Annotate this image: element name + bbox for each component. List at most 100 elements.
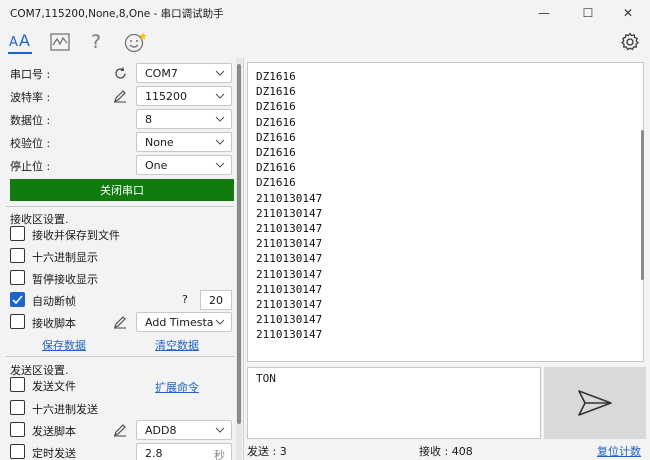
svg-text:A: A xyxy=(19,31,30,49)
databits-label: 数据位 : xyxy=(10,114,51,127)
send-script-select[interactable]: ADD8 xyxy=(136,420,232,440)
hex-send-label: 十六进制发送 xyxy=(32,403,98,416)
port-select[interactable]: COM7 xyxy=(136,63,232,83)
receive-line: 2110130147 xyxy=(256,191,323,205)
status-bar: 发送 : 3 接收 : 408 复位计数 xyxy=(247,441,647,460)
chevron-down-icon xyxy=(215,68,225,81)
divider xyxy=(6,356,234,357)
chevron-down-icon xyxy=(215,425,225,438)
auto-frame-label: 自动断帧 xyxy=(32,295,76,308)
databits-value: 8 xyxy=(145,113,152,126)
timed-send-value: 2.8 xyxy=(145,447,163,460)
receive-line: 2110130147 xyxy=(256,267,323,281)
pause-display-checkbox[interactable] xyxy=(10,270,25,285)
settings-scrollbar-thumb[interactable] xyxy=(237,64,241,424)
send-script-row: 发送脚本 ADD8 xyxy=(0,419,236,441)
parity-select[interactable]: None xyxy=(136,132,232,152)
send-textbox[interactable]: TON xyxy=(247,367,541,439)
stopbits-select[interactable]: One xyxy=(136,155,232,175)
save-to-file-label: 接收并保存到文件 xyxy=(32,229,120,242)
help-icon[interactable]: ? xyxy=(86,30,106,54)
receive-line: 2110130147 xyxy=(256,298,323,312)
receive-line: DZ1616 xyxy=(256,161,296,175)
chevron-down-icon xyxy=(215,137,225,150)
hex-display-row: 十六进制显示 xyxy=(0,245,236,267)
send-script-checkbox[interactable] xyxy=(10,422,25,437)
receive-script-row: 接收脚本 Add Timesta xyxy=(0,311,236,333)
receive-line: 2110130147 xyxy=(256,237,323,251)
stopbits-row: 停止位 : One xyxy=(0,154,236,176)
send-script-value: ADD8 xyxy=(145,424,177,437)
receive-line: DZ1616 xyxy=(256,146,296,160)
receive-line: 2110130147 xyxy=(256,252,323,266)
receive-line: DZ1616 xyxy=(256,115,296,129)
chevron-down-icon xyxy=(215,114,225,127)
auto-frame-checkbox[interactable] xyxy=(10,292,25,307)
receive-script-value: Add Timesta xyxy=(145,316,214,329)
reset-count-link[interactable]: 复位计数 xyxy=(597,443,641,459)
hex-send-checkbox[interactable] xyxy=(10,400,25,415)
edit-pen-icon[interactable] xyxy=(112,422,128,438)
edit-pen-icon[interactable] xyxy=(112,314,128,330)
svg-text:A: A xyxy=(9,35,18,49)
timed-send-label: 定时发送 xyxy=(32,447,76,460)
extend-command-link[interactable]: 扩展命令 xyxy=(155,379,199,395)
toggle-port-button[interactable]: 关闭串口 xyxy=(10,179,234,201)
auto-frame-help[interactable]: ? xyxy=(182,293,188,306)
receive-script-label: 接收脚本 xyxy=(32,317,76,330)
receive-script-checkbox[interactable] xyxy=(10,314,25,329)
receive-line: DZ1616 xyxy=(256,85,296,99)
refresh-icon[interactable] xyxy=(112,65,128,81)
send-text: TON xyxy=(256,372,276,385)
send-button[interactable] xyxy=(544,367,646,439)
send-file-checkbox[interactable] xyxy=(10,377,25,392)
receive-line: DZ1616 xyxy=(256,100,296,114)
chevron-down-icon xyxy=(215,317,225,330)
clear-data-link[interactable]: 清空数据 xyxy=(155,337,199,353)
send-arrow-icon xyxy=(578,390,612,416)
receive-textbox[interactable]: DZ1616 DZ1616 DZ1616 DZ1616 DZ1616 DZ1616 DZ16… xyxy=(247,62,644,362)
timed-send-row: 定时发送 2.8 秒 xyxy=(0,441,236,460)
baud-select[interactable]: 115200 xyxy=(136,86,232,106)
font-settings-icon[interactable]: AA xyxy=(8,28,32,54)
receive-line: 2110130147 xyxy=(256,282,323,296)
timed-send-unit: 秒 xyxy=(214,449,225,460)
stopbits-value: One xyxy=(145,159,168,172)
receive-scrollbar-thumb[interactable] xyxy=(641,130,644,280)
receive-line: 2110130147 xyxy=(256,222,323,236)
minimize-button[interactable]: — xyxy=(522,0,566,26)
save-data-link[interactable]: 保存数据 xyxy=(42,337,86,353)
edit-pen-icon[interactable] xyxy=(112,88,128,104)
window-title: COM7,115200,None,8,One - 串口调试助手 xyxy=(10,8,224,20)
timed-send-checkbox[interactable] xyxy=(10,444,25,459)
baud-value: 115200 xyxy=(145,90,187,103)
port-label: 串口号 : xyxy=(10,68,51,81)
receive-script-select[interactable]: Add Timesta xyxy=(136,312,232,332)
pause-display-label: 暂停接收显示 xyxy=(32,273,98,286)
parity-value: None xyxy=(145,136,174,149)
title-bar: COM7,115200,None,8,One - 串口调试助手 — ☐ ✕ xyxy=(0,0,650,26)
hex-display-label: 十六进制显示 xyxy=(32,251,98,264)
parity-label: 校验位 : xyxy=(10,137,51,150)
pause-display-row: 暂停接收显示 xyxy=(0,267,236,289)
timed-send-input[interactable]: 2.8 秒 xyxy=(136,443,232,460)
port-value: COM7 xyxy=(145,67,178,80)
auto-frame-input[interactable]: 20 xyxy=(200,290,232,310)
save-to-file-row: 接收并保存到文件 xyxy=(0,223,236,245)
receive-line: 2110130147 xyxy=(256,206,323,220)
receive-line: DZ1616 xyxy=(256,176,296,190)
auto-frame-row: 自动断帧 ? 20 xyxy=(0,289,236,311)
chevron-down-icon xyxy=(215,91,225,104)
settings-gear-icon[interactable] xyxy=(618,30,642,54)
maximize-button[interactable]: ☐ xyxy=(566,0,610,26)
waveform-icon[interactable] xyxy=(48,30,72,54)
save-to-file-checkbox[interactable] xyxy=(10,226,25,241)
smiley-icon[interactable] xyxy=(122,30,150,54)
hex-display-checkbox[interactable] xyxy=(10,248,25,263)
parity-row: 校验位 : None xyxy=(0,131,236,153)
receive-line: DZ1616 xyxy=(256,130,296,144)
receive-line: DZ1616 xyxy=(256,70,296,83)
port-row: 串口号 : COM7 xyxy=(0,62,236,84)
databits-select[interactable]: 8 xyxy=(136,109,232,129)
close-button[interactable]: ✕ xyxy=(606,0,650,26)
